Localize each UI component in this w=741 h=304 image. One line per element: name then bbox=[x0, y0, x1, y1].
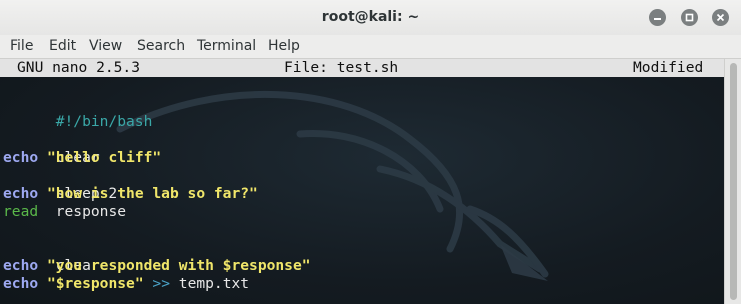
code-line: clear bbox=[3, 239, 100, 274]
code-keyword: echo bbox=[3, 149, 39, 166]
code-line: sleep 2 bbox=[3, 167, 118, 202]
code-line: echo "hello cliff" bbox=[3, 149, 161, 167]
code-line: echo "you responded with $response" bbox=[3, 257, 311, 275]
nano-version: GNU nano 2.5.3 bbox=[17, 59, 141, 76]
menu-edit[interactable]: Edit bbox=[49, 38, 76, 54]
terminal-content[interactable]: GNU nano 2.5.3 File: test.sh Modified #!… bbox=[0, 59, 724, 304]
code-string: "$response" bbox=[46, 275, 144, 292]
nano-status: Modified bbox=[633, 59, 704, 76]
menu-view[interactable]: View bbox=[89, 38, 122, 54]
code-line: echo "$response" >> temp.txt bbox=[3, 275, 249, 293]
minimize-icon bbox=[654, 18, 661, 20]
code-line: clear bbox=[3, 131, 100, 166]
code-string: "you responded with $response" bbox=[46, 257, 311, 274]
menu-search[interactable]: Search bbox=[137, 38, 185, 54]
menu-bar: File Edit View Search Terminal Help bbox=[0, 35, 741, 59]
nano-filename: File: test.sh bbox=[284, 59, 399, 76]
code-line: read response bbox=[3, 203, 126, 221]
code-keyword: echo bbox=[3, 275, 39, 292]
maximize-icon bbox=[685, 13, 694, 22]
scrollbar-thumb[interactable] bbox=[730, 63, 737, 300]
nano-header-bar: GNU nano 2.5.3 File: test.sh Modified bbox=[0, 59, 724, 77]
code-line: echo "how is the lab so far?" bbox=[3, 185, 258, 203]
menu-file[interactable]: File bbox=[10, 38, 33, 54]
code-keyword: echo bbox=[3, 257, 39, 274]
title-bar[interactable]: root@kali: ~ bbox=[0, 0, 741, 36]
code-keyword: echo bbox=[3, 185, 39, 202]
window-title: root@kali: ~ bbox=[321, 9, 420, 25]
shebang: #!/bin/bash bbox=[55, 113, 153, 130]
code-line: #!/bin/bash bbox=[3, 95, 153, 130]
terminal-window: root@kali: ~ File Edit View Search Termi… bbox=[0, 0, 741, 304]
code-text: response bbox=[55, 203, 127, 220]
code-string: "how is the lab so far?" bbox=[46, 185, 258, 202]
code-string: "hello cliff" bbox=[46, 149, 162, 166]
maximize-button[interactable] bbox=[681, 9, 698, 26]
close-button[interactable] bbox=[712, 9, 729, 26]
code-operator: >> bbox=[152, 275, 170, 292]
close-icon bbox=[716, 13, 725, 22]
menu-terminal[interactable]: Terminal bbox=[197, 38, 256, 54]
vertical-scrollbar[interactable] bbox=[724, 59, 741, 304]
minimize-button[interactable] bbox=[649, 9, 666, 26]
menu-help[interactable]: Help bbox=[268, 38, 300, 54]
code-builtin: read bbox=[3, 203, 39, 220]
code-text: temp.txt bbox=[178, 275, 250, 292]
